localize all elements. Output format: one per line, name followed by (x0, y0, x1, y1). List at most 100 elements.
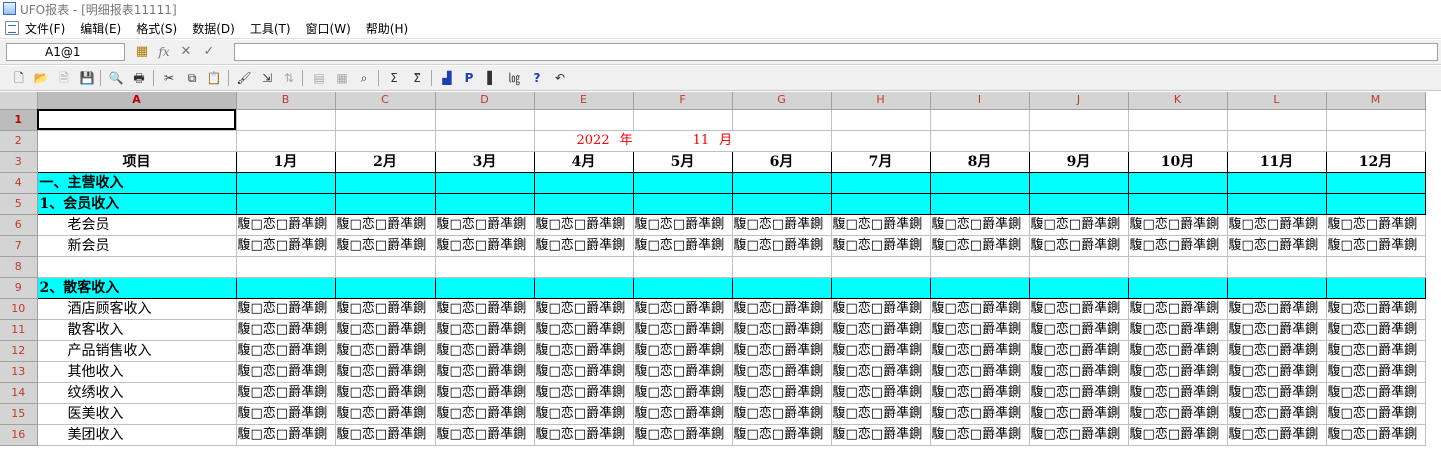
column-header[interactable]: K (1128, 92, 1228, 110)
value-cell[interactable]: 䮡□恋□爵凖鍘 (1326, 319, 1426, 341)
cell[interactable] (1029, 130, 1129, 152)
value-cell[interactable]: 䮡□恋□爵凖鍘 (534, 403, 634, 425)
value-cell[interactable]: 䮡□恋□爵凖鍘 (930, 319, 1030, 341)
value-cell[interactable]: 䮡□恋□爵凖鍘 (435, 424, 535, 446)
cell[interactable] (831, 172, 931, 194)
value-cell[interactable]: 䮡□恋□爵凖鍘 (1029, 214, 1129, 236)
value-cell[interactable]: 䮡□恋□爵凖鍘 (1326, 424, 1426, 446)
value-cell[interactable]: 䮡□恋□爵凖鍘 (236, 382, 336, 404)
column-header[interactable]: D (435, 92, 535, 110)
cell[interactable] (1227, 130, 1327, 152)
value-cell[interactable]: 䮡□恋□爵凖鍘 (534, 319, 634, 341)
value-cell[interactable]: 䮡□恋□爵凖鍘 (1326, 340, 1426, 362)
value-cell[interactable]: 䮡□恋□爵凖鍘 (732, 214, 832, 236)
column-header[interactable]: I (930, 92, 1030, 110)
section-member-income[interactable]: 1、会员收入 (37, 193, 237, 215)
cell[interactable] (435, 277, 535, 299)
cell[interactable] (435, 256, 535, 278)
cell[interactable] (1326, 172, 1426, 194)
cell[interactable] (1029, 256, 1129, 278)
copy-icon[interactable]: ⧉ (183, 69, 201, 87)
report-date[interactable]: 2022 年 11 月 (534, 130, 832, 152)
row-header[interactable]: 2 (0, 130, 38, 152)
value-cell[interactable]: 䮡□恋□爵凖鍘 (1227, 382, 1327, 404)
cell[interactable] (236, 193, 336, 215)
value-cell[interactable]: 䮡□恋□爵凖鍘 (335, 235, 436, 257)
value-cell[interactable]: 䮡□恋□爵凖鍘 (335, 403, 436, 425)
row-header[interactable]: 11 (0, 319, 38, 341)
value-cell[interactable]: 䮡□恋□爵凖鍘 (1128, 298, 1228, 320)
value-cell[interactable]: 䮡□恋□爵凖鍘 (1227, 340, 1327, 362)
header-month[interactable]: 1月 (236, 151, 336, 173)
value-cell[interactable]: 䮡□恋□爵凖鍘 (1227, 235, 1327, 257)
column-header[interactable]: F (633, 92, 733, 110)
cell[interactable] (435, 130, 535, 152)
cell[interactable] (930, 256, 1030, 278)
cell[interactable] (1326, 193, 1426, 215)
cell[interactable] (1128, 256, 1228, 278)
line-item-label[interactable]: 新会员 (37, 235, 237, 257)
cell[interactable] (633, 172, 733, 194)
value-cell[interactable]: 䮡□恋□爵凖鍘 (831, 319, 931, 341)
cell[interactable] (236, 277, 336, 299)
value-cell[interactable]: 䮡□恋□爵凖鍘 (930, 340, 1030, 362)
cell[interactable] (1326, 130, 1426, 152)
value-cell[interactable]: 䮡□恋□爵凖鍘 (732, 424, 832, 446)
cell[interactable] (236, 172, 336, 194)
value-cell[interactable]: 䮡□恋□爵凖鍘 (732, 403, 832, 425)
menu-item[interactable]: 格式(S) (136, 20, 177, 37)
cell[interactable] (831, 256, 931, 278)
value-cell[interactable]: 䮡□恋□爵凖鍘 (435, 403, 535, 425)
header-month[interactable]: 7月 (831, 151, 931, 173)
column-header[interactable]: H (831, 92, 931, 110)
cell[interactable] (1128, 193, 1228, 215)
value-cell[interactable]: 䮡□恋□爵凖鍘 (1128, 235, 1228, 257)
row-header[interactable]: 9 (0, 277, 38, 299)
row-header[interactable]: 1 (0, 109, 38, 131)
value-cell[interactable]: 䮡□恋□爵凖鍘 (534, 424, 634, 446)
blank-page-icon[interactable]: 🗎 (55, 69, 73, 87)
value-cell[interactable]: 䮡□恋□爵凖鍘 (633, 361, 733, 383)
value-cell[interactable]: 䮡□恋□爵凖鍘 (831, 361, 931, 383)
value-cell[interactable]: 䮡□恋□爵凖鍘 (930, 382, 1030, 404)
cell[interactable] (831, 130, 931, 152)
insert-icon[interactable]: ⇲ (258, 69, 276, 87)
chart-icon[interactable]: ▟ (438, 69, 456, 87)
page-setup-icon[interactable]: ▌ (483, 69, 501, 87)
row-header[interactable]: 14 (0, 382, 38, 404)
column-header[interactable]: B (236, 92, 336, 110)
value-cell[interactable]: 䮡□恋□爵凖鍘 (534, 298, 634, 320)
column-header[interactable]: M (1326, 92, 1426, 110)
cell[interactable] (1029, 109, 1129, 131)
header-month[interactable]: 5月 (633, 151, 733, 173)
cell[interactable] (1326, 109, 1426, 131)
value-cell[interactable]: 䮡□恋□爵凖鍘 (1326, 298, 1426, 320)
cell[interactable] (831, 193, 931, 215)
row-header[interactable]: 16 (0, 424, 38, 446)
value-cell[interactable]: 䮡□恋□爵凖鍘 (534, 361, 634, 383)
value-cell[interactable]: 䮡□恋□爵凖鍘 (1029, 382, 1129, 404)
value-cell[interactable]: 䮡□恋□爵凖鍘 (335, 298, 436, 320)
value-cell[interactable]: 䮡□恋□爵凖鍘 (930, 403, 1030, 425)
format-painter-icon[interactable]: 🖌 (235, 69, 253, 87)
header-month[interactable]: 10月 (1128, 151, 1228, 173)
cell[interactable] (435, 172, 535, 194)
cell[interactable] (37, 256, 237, 278)
line-item-label[interactable]: 纹绣收入 (37, 382, 237, 404)
cell[interactable] (930, 130, 1030, 152)
value-cell[interactable]: 䮡□恋□爵凖鍘 (435, 298, 535, 320)
calculator-icon[interactable]: ▦ (133, 43, 151, 61)
value-cell[interactable]: 䮡□恋□爵凖鍘 (831, 382, 931, 404)
cell[interactable] (831, 277, 931, 299)
value-cell[interactable]: 䮡□恋□爵凖鍘 (930, 235, 1030, 257)
value-cell[interactable]: 䮡□恋□爵凖鍘 (435, 235, 535, 257)
value-cell[interactable]: 䮡□恋□爵凖鍘 (1128, 424, 1228, 446)
value-cell[interactable]: 䮡□恋□爵凖鍘 (1029, 298, 1129, 320)
function-icon[interactable]: fx (155, 43, 173, 61)
value-cell[interactable]: 䮡□恋□爵凖鍘 (1326, 382, 1426, 404)
value-cell[interactable]: 䮡□恋□爵凖鍘 (732, 298, 832, 320)
value-cell[interactable]: 䮡□恋□爵凖鍘 (633, 319, 733, 341)
row-header[interactable]: 3 (0, 151, 38, 173)
undo-icon[interactable]: ↶ (551, 69, 569, 87)
header-month[interactable]: 8月 (930, 151, 1030, 173)
